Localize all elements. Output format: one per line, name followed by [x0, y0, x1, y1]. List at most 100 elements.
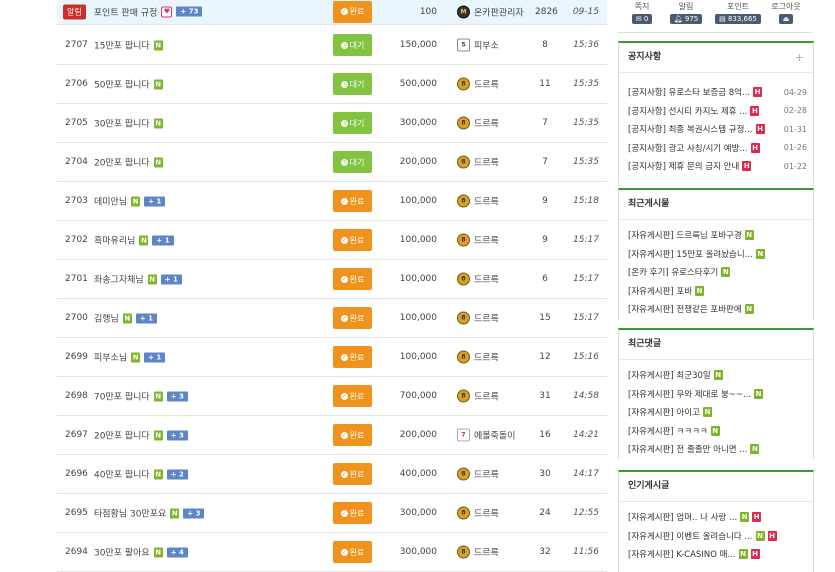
table-row[interactable]: 2707 15만포 팝니다 N ◷ 대기 150,000 5 피부소 8 15:… — [57, 26, 607, 65]
message-count-badge[interactable]: ✉ 0 — [631, 14, 653, 24]
table-row[interactable]: 2703 데미안님 N + 1 ✓ 완료 100,000 8 드르륵 9 15:… — [57, 182, 607, 221]
post-subject[interactable]: 70만포 팝니다 — [94, 390, 150, 403]
list-item-title[interactable]: [자유게시판] 엄머.. 나 사랑 ... — [628, 511, 737, 523]
point-value-badge[interactable]: ▤ 833,665 — [715, 14, 761, 24]
list-item[interactable]: [자유게시판] 이벤트 올려습니다 ... N H — [628, 527, 813, 546]
post-subject[interactable]: 20만포 팝니다 — [94, 429, 150, 442]
author-cell[interactable]: 8 드르륵 — [457, 155, 499, 169]
list-item[interactable]: [자유게시판] 드르륵님 포바구경 N — [628, 226, 813, 245]
alarm-cell[interactable]: 알림 🔔︎ 975 — [662, 0, 710, 24]
list-item-title[interactable]: [공지사항] 제휴 문의 금지 안내 — [628, 160, 739, 172]
notice-row[interactable]: 알림 포인트 판매 규정 ♥ + 73 ✓ 완료 100 M 온카판관리자 28… — [57, 0, 607, 25]
status-button[interactable]: ◷ 대기 — [333, 73, 372, 95]
status-button[interactable]: ✓ 완료 — [333, 307, 372, 329]
status-button[interactable]: ✓ 완료 — [333, 502, 372, 524]
subject-cell[interactable]: 타점황님 30만포요 N + 3 — [94, 507, 205, 520]
list-item-title[interactable]: [자유게시판] 아이고 — [628, 406, 700, 418]
status-button[interactable]: ✓ 완료 — [333, 346, 372, 368]
author-cell[interactable]: 8 드르륵 — [457, 233, 499, 247]
author-name[interactable]: 온카판관리자 — [474, 5, 524, 18]
logout-cell[interactable]: 로그아웃 ⏏ — [762, 0, 810, 24]
subject-cell[interactable]: 피부소님 N + 1 — [94, 351, 166, 364]
author-name[interactable]: 드르륵 — [474, 390, 499, 403]
notice-subject[interactable]: 포인트 판매 규정 — [94, 5, 158, 18]
table-row[interactable]: 2706 50만포 팝니다 N ◷ 대기 500,000 8 드르륵 11 15… — [57, 65, 607, 104]
plus-icon[interactable]: + — [795, 43, 804, 72]
list-item[interactable]: [자유게시판] K-CASINO 매... N H — [628, 545, 813, 564]
status-button[interactable]: ✓ 완료 — [333, 0, 372, 23]
status-button[interactable]: ◷ 대기 — [333, 112, 372, 134]
status-button[interactable]: ✓ 완료 — [333, 268, 372, 290]
list-item-title[interactable]: [공지사항] 최종 복권시스템 규정... — [628, 123, 753, 135]
subject-cell[interactable]: 30만포 팝니다 N — [94, 117, 163, 130]
subject-cell[interactable]: 20만포 팝니다 N + 3 — [94, 429, 188, 442]
list-item-title[interactable]: [자유게시판] K-CASINO 매... — [628, 548, 736, 560]
post-subject[interactable]: 30만포 팝니다 — [94, 117, 150, 130]
subject-cell[interactable]: 30만포 팔아요 N + 4 — [94, 546, 188, 559]
list-item[interactable]: [공지사항] 광고 사칭/시기 예방... H 01-26 — [628, 139, 813, 158]
subject-cell[interactable]: 70만포 팝니다 N + 3 — [94, 390, 188, 403]
status-button[interactable]: ◷ 대기 — [333, 151, 372, 173]
author-cell[interactable]: 8 드르륵 — [457, 311, 499, 325]
subject-cell[interactable]: 50만포 팝니다 N — [94, 78, 163, 91]
list-item-title[interactable]: [자유게시판] 전쟁같은 포바판에 — [628, 303, 742, 315]
list-item-title[interactable]: [자유게시판] 우와 제대로 붕~~... — [628, 388, 751, 400]
author-cell[interactable]: 8 드르륵 — [457, 350, 499, 364]
status-button[interactable]: ✓ 완료 — [333, 229, 372, 251]
author-cell[interactable]: 8 드르륵 — [457, 194, 499, 208]
list-item[interactable]: [자유게시판] ㅋㅋㅋㅋ N — [628, 422, 813, 441]
status-button[interactable]: ✓ 완료 — [333, 385, 372, 407]
subject-cell[interactable]: 40만포 팝니다 N + 2 — [94, 468, 188, 481]
list-item[interactable]: [자유게시판] 15만포 올려놨습니... N — [628, 245, 813, 264]
post-subject[interactable]: 좌송그자체님 — [94, 273, 144, 286]
list-item-title[interactable]: [자유게시판] 포바 — [628, 285, 692, 297]
author-name[interactable]: 에볼죽돌이 — [474, 429, 515, 442]
author-cell[interactable]: M 온카판관리자 — [457, 5, 524, 18]
author-cell[interactable]: 8 드르륵 — [457, 77, 499, 91]
table-row[interactable]: 2705 30만포 팝니다 N ◷ 대기 300,000 8 드르륵 7 15:… — [57, 104, 607, 143]
list-item[interactable]: [자유게시판] 우와 제대로 붕~~... N — [628, 385, 813, 404]
author-cell[interactable]: 8 드르륵 — [457, 389, 499, 403]
list-item[interactable]: [공지사항] 제휴 문의 금지 안내 H 01-22 — [628, 157, 813, 176]
logout-label[interactable]: 로그아웃 — [762, 1, 810, 12]
table-row[interactable]: 2700 김행님 N + 1 ✓ 완료 100,000 8 드르륵 15 15:… — [57, 299, 607, 338]
author-name[interactable]: 드르륵 — [474, 468, 499, 481]
post-subject[interactable]: 20만포 팝니다 — [94, 156, 150, 169]
post-subject[interactable]: 피부소님 — [94, 351, 127, 364]
table-row[interactable]: 2697 20만포 팝니다 N + 3 ✓ 완료 200,000 7 에볼죽돌이… — [57, 416, 607, 455]
author-name[interactable]: 드르륵 — [474, 351, 499, 364]
status-button[interactable]: ◷ 대기 — [333, 34, 372, 56]
table-row[interactable]: 2698 70만포 팝니다 N + 3 ✓ 완료 700,000 8 드르륵 3… — [57, 377, 607, 416]
status-button[interactable]: ✓ 완료 — [333, 424, 372, 446]
list-item-title[interactable]: [온카 후기] 유로스타후기 — [628, 266, 718, 278]
author-name[interactable]: 드르륵 — [474, 234, 499, 247]
post-subject[interactable]: 30만포 팔아요 — [94, 546, 150, 559]
subject-cell[interactable]: 20만포 팝니다 N — [94, 156, 163, 169]
author-name[interactable]: 피부소 — [474, 39, 499, 52]
subject-cell[interactable]: 데미안님 N + 1 — [94, 195, 166, 208]
message-cell[interactable]: 쪽지 ✉ 0 — [618, 0, 666, 24]
list-item-title[interactable]: [자유게시판] 이벤트 올려습니다 ... — [628, 530, 753, 542]
table-row[interactable]: 2695 타점황님 30만포요 N + 3 ✓ 완료 300,000 8 드르륵… — [57, 494, 607, 533]
list-item[interactable]: [온카 후기] 유로스타후기 N — [628, 263, 813, 282]
author-cell[interactable]: 7 에볼죽돌이 — [457, 428, 515, 442]
author-cell[interactable]: 5 피부소 — [457, 38, 499, 52]
author-cell[interactable]: 8 드르륵 — [457, 545, 499, 559]
subject-cell[interactable]: 좌송그자체님 N + 1 — [94, 273, 182, 286]
list-item-title[interactable]: [자유게시판] 최군30일 — [628, 369, 711, 381]
list-item-title[interactable]: [공지사항] 광고 사칭/시기 예방... — [628, 142, 748, 154]
author-cell[interactable]: 8 드르륵 — [457, 467, 499, 481]
post-subject[interactable]: 흑마유리님 — [94, 234, 135, 247]
subject-cell[interactable]: 15만포 팝니다 N — [94, 39, 163, 52]
list-item[interactable]: [자유게시판] 포바 N — [628, 282, 813, 301]
subject-cell[interactable]: 흑마유리님 N + 1 — [94, 234, 174, 247]
list-item[interactable]: [자유게시판] 최군30일 N — [628, 366, 813, 385]
table-row[interactable]: 2696 40만포 팝니다 N + 2 ✓ 완료 400,000 8 드르륵 3… — [57, 455, 607, 494]
list-item[interactable]: [자유게시판] 전 졸졸만 아니면 ... N — [628, 440, 813, 459]
post-subject[interactable]: 50만포 팝니다 — [94, 78, 150, 91]
list-item-title[interactable]: [공지사항] 유로스타 보증금 8억... — [628, 86, 750, 98]
table-row[interactable]: 2701 좌송그자체님 N + 1 ✓ 완료 100,000 8 드르륵 6 1… — [57, 260, 607, 299]
point-cell[interactable]: 포인트 ▤ 833,665 — [708, 0, 768, 24]
status-button[interactable]: ✓ 완료 — [333, 541, 372, 563]
list-item[interactable]: [공지사항] 유로스타 보증금 8억... H 04-29 — [628, 83, 813, 102]
